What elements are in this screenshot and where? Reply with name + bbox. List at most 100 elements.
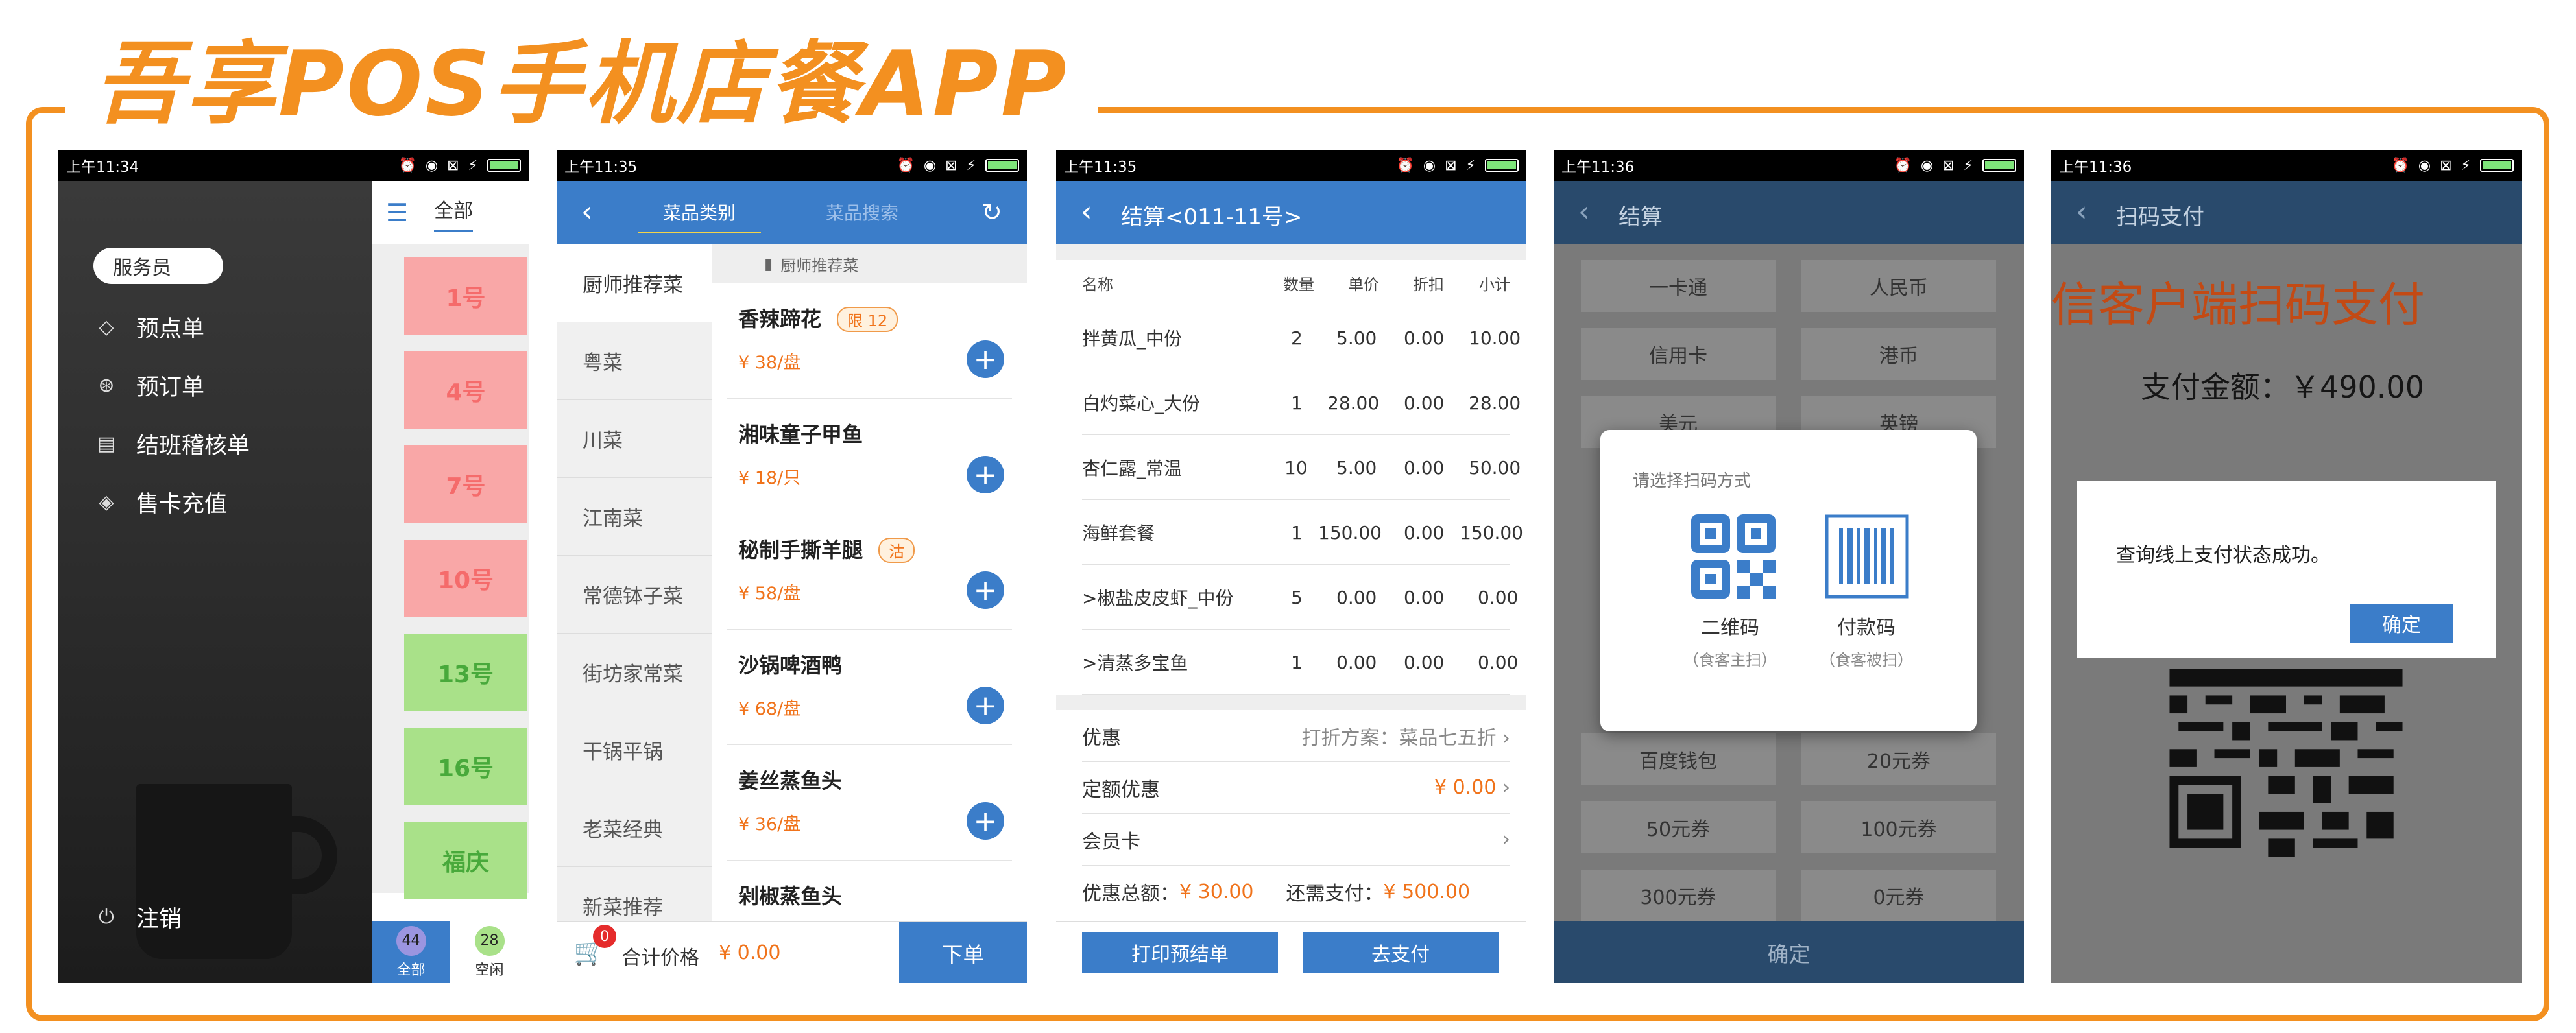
cell: 0.00 bbox=[1404, 521, 1445, 543]
power-icon: ⏻ bbox=[99, 906, 114, 929]
table-cell[interactable]: 13号 bbox=[404, 634, 527, 711]
total-disc-value: ¥ 30.00 bbox=[1179, 880, 1254, 903]
add-icon[interactable]: + bbox=[967, 687, 1004, 724]
pay-method-button[interactable]: 50元券 bbox=[1581, 801, 1776, 853]
dish-price: ¥ 18/只 bbox=[738, 468, 801, 488]
status-time: 上午11:36 bbox=[1561, 159, 1635, 176]
role-badge[interactable]: 服务员 bbox=[93, 248, 223, 284]
filter-label: 全部 bbox=[396, 962, 426, 979]
filter-all[interactable]: 44 全部 bbox=[372, 921, 450, 983]
charge-icon: ⚡ bbox=[1963, 157, 1973, 174]
pay-method-button[interactable]: 20元券 bbox=[1801, 733, 1996, 785]
tab-search[interactable]: 菜品搜索 bbox=[826, 199, 898, 225]
table-row[interactable]: 白灼菜心_大份 1 28.00 0.00 28.00 bbox=[1082, 370, 1521, 435]
mug-handle-decoration bbox=[279, 816, 337, 894]
back-icon[interactable]: ‹ bbox=[2076, 195, 2088, 228]
back-icon[interactable]: ‹ bbox=[1578, 195, 1590, 228]
table-row[interactable]: 海鲜套餐 1 150.00 0.00 150.00 bbox=[1082, 500, 1523, 565]
pay-method-button[interactable]: 港币 bbox=[1801, 328, 1996, 380]
category-item[interactable]: 干锅平锅 bbox=[557, 711, 712, 789]
dish-price: ¥ 58/盘 bbox=[738, 584, 801, 604]
filter-free[interactable]: 28 空闲 bbox=[450, 921, 529, 983]
dish-item[interactable]: 香辣蹄花限 12 ¥ 38/盘 + bbox=[727, 283, 1012, 399]
dish-name-text: 秘制手撕羊腿 bbox=[738, 538, 863, 562]
menu-item-card-recharge[interactable]: ◈ 售卡充值 bbox=[93, 486, 227, 519]
confirm-bar[interactable]: 确定 bbox=[1554, 921, 2024, 983]
order-button[interactable]: 下单 bbox=[899, 922, 1027, 983]
col-header: 数量 bbox=[1283, 275, 1314, 294]
menu-item-pre-order[interactable]: ◇ 预点单 bbox=[93, 311, 204, 344]
dish-item[interactable]: 湘味童子甲鱼 ¥ 18/只 + bbox=[727, 399, 1012, 514]
go-pay-button[interactable]: 去支付 bbox=[1303, 932, 1499, 973]
dish-name: 秘制手撕羊腿沽 bbox=[738, 534, 915, 564]
filter-label: 空闲 bbox=[475, 962, 504, 979]
add-icon[interactable]: + bbox=[967, 571, 1004, 609]
table-cell[interactable]: 16号 bbox=[404, 728, 527, 805]
status-bar: 上午11:36 ⏰ ◉ ⊠ ⚡ bbox=[2051, 150, 2522, 181]
category-item[interactable]: 川菜 bbox=[557, 400, 712, 478]
dish-name-text: 香辣蹄花 bbox=[738, 307, 822, 331]
pay-method-button[interactable]: 信用卡 bbox=[1581, 328, 1776, 380]
checkout-actions: 打印预结单 去支付 bbox=[1056, 921, 1526, 983]
status-bar: 上午11:35 ⏰ ◉ ⊠ ⚡ bbox=[1056, 150, 1526, 181]
table-row[interactable]: >椒盐皮皮虾_中份 5 0.00 0.00 0.00 bbox=[1082, 565, 1518, 630]
back-icon[interactable]: ‹ bbox=[581, 195, 593, 228]
table-row[interactable]: >清蒸多宝鱼 1 0.00 0.00 0.00 bbox=[1082, 630, 1518, 695]
barcode-option[interactable]: 付款码 （食客被扫） bbox=[1801, 514, 1931, 696]
discount-label: 优惠 bbox=[1082, 726, 1121, 750]
charge-icon: ⚡ bbox=[1465, 157, 1476, 174]
refresh-icon[interactable]: ↻ bbox=[981, 198, 1002, 226]
add-icon[interactable]: + bbox=[967, 456, 1004, 493]
sold-out-tag: 沽 bbox=[878, 538, 915, 563]
need-pay-label: 还需支付： bbox=[1286, 883, 1384, 905]
table-row[interactable]: 拌黄瓜_中份 2 5.00 0.00 10.00 bbox=[1082, 305, 1521, 370]
pay-method-button[interactable]: 0元券 bbox=[1801, 870, 1996, 921]
dish-price: ¥ 38/盘 bbox=[738, 353, 801, 373]
fixed-discount-row[interactable]: 定额优惠 ¥ 0.00 › bbox=[1082, 762, 1510, 814]
discount-row[interactable]: 优惠 打折方案：菜品七五折 › bbox=[1082, 710, 1510, 762]
ok-button[interactable]: 确定 bbox=[2350, 604, 2453, 643]
category-item[interactable]: 老菜经典 bbox=[557, 789, 712, 867]
cell: 10 bbox=[1284, 457, 1308, 479]
category-item[interactable]: 厨师推荐菜 bbox=[557, 244, 712, 322]
sim-icon: ⊠ bbox=[945, 157, 957, 174]
member-card-row[interactable]: 会员卡 › bbox=[1082, 814, 1510, 866]
diamond-icon: ◈ bbox=[99, 491, 114, 514]
table-cell[interactable]: 4号 bbox=[404, 351, 527, 429]
table-cell[interactable]: 福庆 bbox=[404, 822, 527, 899]
pay-method-button[interactable]: 100元券 bbox=[1801, 801, 1996, 853]
dish-item[interactable]: 秘制手撕羊腿沽 ¥ 58/盘 + bbox=[727, 514, 1012, 630]
add-icon[interactable]: + bbox=[967, 340, 1004, 378]
dish-price: ¥ 68/盘 bbox=[738, 699, 801, 719]
table-cell[interactable]: 10号 bbox=[404, 540, 527, 617]
category-item[interactable]: 街坊家常菜 bbox=[557, 634, 712, 711]
pay-method-button[interactable]: 人民币 bbox=[1801, 260, 1996, 312]
pay-method-button[interactable]: 一卡通 bbox=[1581, 260, 1776, 312]
hamburger-icon[interactable]: ☰ bbox=[386, 198, 408, 227]
category-item[interactable]: 常德钵子菜 bbox=[557, 556, 712, 634]
dish-item[interactable]: 姜丝蒸鱼头 ¥ 36/盘 + bbox=[727, 745, 1012, 861]
table-cell[interactable]: 1号 bbox=[404, 257, 527, 335]
menu-item-shift-audit[interactable]: ▤ 结班稽核单 bbox=[93, 427, 250, 460]
section-header: ▮ 厨师推荐菜 bbox=[712, 244, 1027, 283]
back-icon[interactable]: ‹ bbox=[1081, 195, 1092, 228]
category-item[interactable]: 江南菜 bbox=[557, 478, 712, 556]
pay-method-button[interactable]: 300元券 bbox=[1581, 870, 1776, 921]
add-icon[interactable]: + bbox=[967, 802, 1004, 840]
table-cell[interactable]: 7号 bbox=[404, 445, 527, 523]
print-prebill-button[interactable]: 打印预结单 bbox=[1082, 932, 1278, 973]
tab-category[interactable]: 菜品类别 bbox=[638, 199, 761, 233]
menu-label: 售卡充值 bbox=[136, 492, 228, 517]
category-item[interactable]: 粤菜 bbox=[557, 322, 712, 400]
cell: 0.00 bbox=[1404, 457, 1445, 479]
barcode-label: 付款码 bbox=[1837, 617, 1896, 639]
dish-item[interactable]: 沙锅啤酒鸭 ¥ 68/盘 + bbox=[727, 630, 1012, 745]
pay-method-button[interactable]: 百度钱包 bbox=[1581, 733, 1776, 785]
logout-button[interactable]: ⏻ 注销 bbox=[93, 901, 182, 934]
table-row[interactable]: 杏仁露_常温 10 5.00 0.00 50.00 bbox=[1082, 435, 1521, 500]
table-panel: ☰ 全部 1号 4号 7号 10号 13号 16号 福庆 44 全部 28 空闲 bbox=[372, 181, 529, 983]
app-title: 吾享POS手机店餐APP bbox=[94, 32, 1069, 136]
qr-option[interactable]: 二维码 （食客主扫） bbox=[1665, 514, 1795, 696]
tab-all[interactable]: 全部 bbox=[434, 195, 474, 232]
menu-item-reservation[interactable]: ⊛ 预订单 bbox=[93, 369, 204, 402]
